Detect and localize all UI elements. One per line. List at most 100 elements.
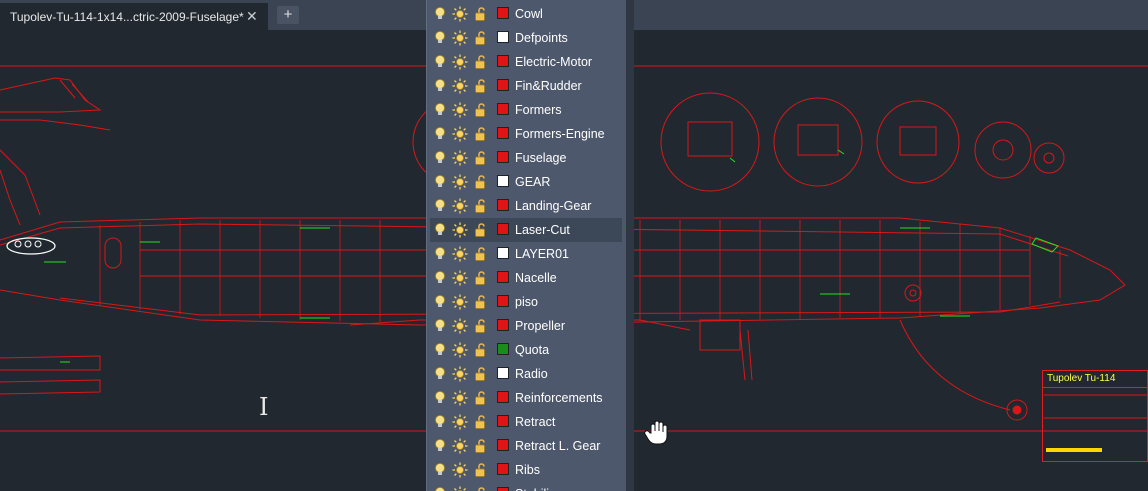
- layer-color-swatch[interactable]: [497, 223, 509, 235]
- layer-on-bulb-icon[interactable]: [432, 390, 448, 406]
- layer-color-swatch[interactable]: [497, 55, 509, 67]
- layer-unlock-icon[interactable]: [473, 126, 489, 142]
- layer-on-bulb-icon[interactable]: [432, 294, 448, 310]
- layer-row-stabilizer[interactable]: Stabilizer: [430, 482, 622, 491]
- layer-on-bulb-icon[interactable]: [432, 270, 448, 286]
- layer-thaw-sun-icon[interactable]: [452, 414, 468, 430]
- layer-row-laser-cut[interactable]: Laser-Cut: [430, 218, 622, 242]
- layer-row-propeller[interactable]: Propeller: [430, 314, 622, 338]
- layer-row-formers[interactable]: Formers: [430, 98, 622, 122]
- layer-color-swatch[interactable]: [497, 79, 509, 91]
- layer-row-formers-engine[interactable]: Formers-Engine: [430, 122, 622, 146]
- layer-thaw-sun-icon[interactable]: [452, 78, 468, 94]
- layer-color-swatch[interactable]: [497, 31, 509, 43]
- layer-thaw-sun-icon[interactable]: [452, 6, 468, 22]
- layer-row-defpoints[interactable]: Defpoints: [430, 26, 622, 50]
- layer-on-bulb-icon[interactable]: [432, 246, 448, 262]
- layer-color-swatch[interactable]: [497, 367, 509, 379]
- layer-color-swatch[interactable]: [497, 487, 509, 491]
- layer-on-bulb-icon[interactable]: [432, 198, 448, 214]
- layer-thaw-sun-icon[interactable]: [452, 462, 468, 478]
- layer-color-swatch[interactable]: [497, 439, 509, 451]
- layer-on-bulb-icon[interactable]: [432, 174, 448, 190]
- layer-row-reinforcements[interactable]: Reinforcements: [430, 386, 622, 410]
- layer-on-bulb-icon[interactable]: [432, 102, 448, 118]
- layer-thaw-sun-icon[interactable]: [452, 198, 468, 214]
- layer-on-bulb-icon[interactable]: [432, 342, 448, 358]
- layer-thaw-sun-icon[interactable]: [452, 342, 468, 358]
- layer-row-electric-motor[interactable]: Electric-Motor: [430, 50, 622, 74]
- layer-unlock-icon[interactable]: [473, 78, 489, 94]
- layer-color-swatch[interactable]: [497, 127, 509, 139]
- layer-color-swatch[interactable]: [497, 295, 509, 307]
- layer-unlock-icon[interactable]: [473, 102, 489, 118]
- layer-color-swatch[interactable]: [497, 391, 509, 403]
- layer-thaw-sun-icon[interactable]: [452, 366, 468, 382]
- layer-unlock-icon[interactable]: [473, 414, 489, 430]
- layer-row-fin-rudder[interactable]: Fin&Rudder: [430, 74, 622, 98]
- layer-row-ribs[interactable]: Ribs: [430, 458, 622, 482]
- layer-unlock-icon[interactable]: [473, 54, 489, 70]
- layer-thaw-sun-icon[interactable]: [452, 54, 468, 70]
- layer-on-bulb-icon[interactable]: [432, 414, 448, 430]
- layer-on-bulb-icon[interactable]: [432, 222, 448, 238]
- layer-unlock-icon[interactable]: [473, 486, 489, 491]
- layer-unlock-icon[interactable]: [473, 342, 489, 358]
- document-tab[interactable]: Tupolev-Tu-114-1x14...ctric-2009-Fuselag…: [0, 3, 268, 30]
- layer-unlock-icon[interactable]: [473, 318, 489, 334]
- layer-on-bulb-icon[interactable]: [432, 318, 448, 334]
- layer-on-bulb-icon[interactable]: [432, 78, 448, 94]
- layer-on-bulb-icon[interactable]: [432, 150, 448, 166]
- layer-unlock-icon[interactable]: [473, 30, 489, 46]
- layer-row-layer01[interactable]: LAYER01: [430, 242, 622, 266]
- layer-unlock-icon[interactable]: [473, 150, 489, 166]
- layer-on-bulb-icon[interactable]: [432, 30, 448, 46]
- layer-on-bulb-icon[interactable]: [432, 366, 448, 382]
- layer-on-bulb-icon[interactable]: [432, 438, 448, 454]
- layer-color-swatch[interactable]: [497, 343, 509, 355]
- layer-color-swatch[interactable]: [497, 271, 509, 283]
- layer-thaw-sun-icon[interactable]: [452, 174, 468, 190]
- new-tab-button[interactable]: +: [277, 6, 299, 24]
- layer-row-nacelle[interactable]: Nacelle: [430, 266, 622, 290]
- layer-color-swatch[interactable]: [497, 175, 509, 187]
- layer-unlock-icon[interactable]: [473, 174, 489, 190]
- layer-thaw-sun-icon[interactable]: [452, 318, 468, 334]
- layer-unlock-icon[interactable]: [473, 462, 489, 478]
- layer-thaw-sun-icon[interactable]: [452, 126, 468, 142]
- layer-unlock-icon[interactable]: [473, 6, 489, 22]
- layer-color-swatch[interactable]: [497, 7, 509, 19]
- layer-thaw-sun-icon[interactable]: [452, 150, 468, 166]
- layer-color-swatch[interactable]: [497, 247, 509, 259]
- layer-thaw-sun-icon[interactable]: [452, 438, 468, 454]
- layer-row-radio[interactable]: Radio: [430, 362, 622, 386]
- layer-dropdown-list[interactable]: Cowl Defpoints Electric-Motor Fin&Rudder For…: [426, 0, 626, 491]
- layer-on-bulb-icon[interactable]: [432, 486, 448, 491]
- layer-row-landing-gear[interactable]: Landing-Gear: [430, 194, 622, 218]
- layer-unlock-icon[interactable]: [473, 390, 489, 406]
- close-tab-icon[interactable]: ✕: [246, 8, 258, 25]
- layer-thaw-sun-icon[interactable]: [452, 222, 468, 238]
- layer-color-swatch[interactable]: [497, 463, 509, 475]
- layer-thaw-sun-icon[interactable]: [452, 30, 468, 46]
- layer-row-piso[interactable]: piso: [430, 290, 622, 314]
- layer-color-swatch[interactable]: [497, 151, 509, 163]
- layer-unlock-icon[interactable]: [473, 270, 489, 286]
- layer-unlock-icon[interactable]: [473, 246, 489, 262]
- layer-row-retract-l-gear[interactable]: Retract L. Gear: [430, 434, 622, 458]
- layer-on-bulb-icon[interactable]: [432, 126, 448, 142]
- layer-on-bulb-icon[interactable]: [432, 54, 448, 70]
- layer-list-scrollbar[interactable]: [626, 0, 634, 491]
- layer-color-swatch[interactable]: [497, 415, 509, 427]
- layer-unlock-icon[interactable]: [473, 438, 489, 454]
- layer-row-retract[interactable]: Retract: [430, 410, 622, 434]
- layer-unlock-icon[interactable]: [473, 366, 489, 382]
- layer-thaw-sun-icon[interactable]: [452, 294, 468, 310]
- layer-row-quota[interactable]: Quota: [430, 338, 622, 362]
- layer-on-bulb-icon[interactable]: [432, 462, 448, 478]
- layer-thaw-sun-icon[interactable]: [452, 270, 468, 286]
- layer-color-swatch[interactable]: [497, 103, 509, 115]
- layer-thaw-sun-icon[interactable]: [452, 486, 468, 491]
- layer-unlock-icon[interactable]: [473, 222, 489, 238]
- layer-thaw-sun-icon[interactable]: [452, 390, 468, 406]
